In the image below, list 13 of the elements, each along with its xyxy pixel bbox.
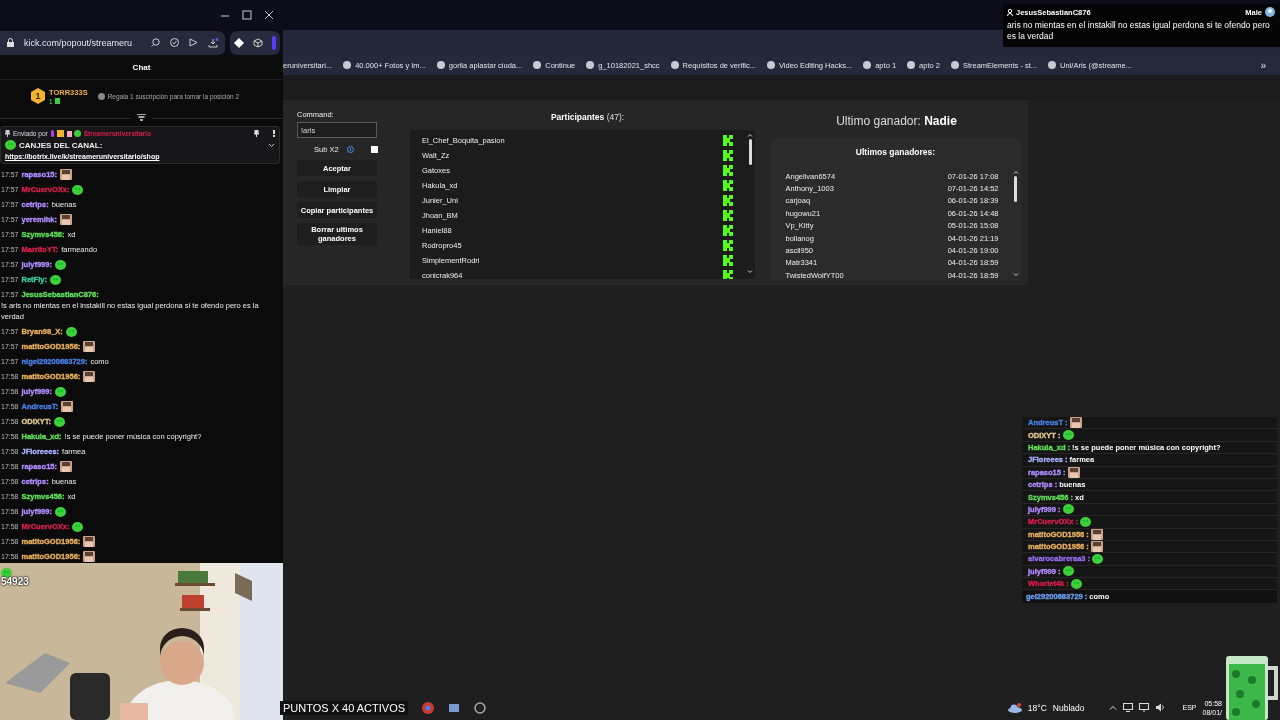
last-winner: Ultimo ganador: Nadie [836,114,957,128]
pinned-title: CANJES DEL CANAL: [19,140,103,150]
more-bookmarks[interactable]: » [1260,59,1266,71]
weather-label: Nublado [1052,702,1085,713]
winners-title: Ultimos ganadores: [855,147,936,157]
temperature: 18°C [1027,702,1047,713]
participants-title: Participantes (47): [550,112,625,122]
comment-text: aris no mientas en el instakill no estas igual perdona si te ofendo pero es la verdad [1007,20,1271,42]
viewer-count: 54923 [1,576,29,587]
address-bar[interactable]: kick.com/popout/streameru [0,30,225,55]
chat-title: Chat [132,62,151,72]
rank-badge: 1 [31,88,45,104]
points-banner: PUNTOS X 40 ACTIVOS [280,700,409,715]
